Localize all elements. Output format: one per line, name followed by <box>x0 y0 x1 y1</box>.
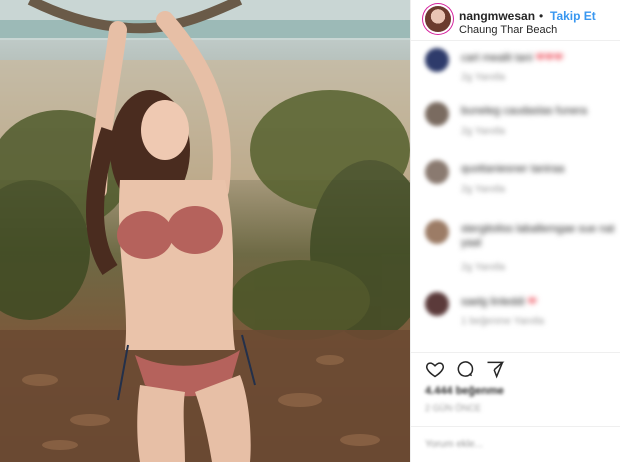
comment-body: saelg linleddi <box>461 296 525 308</box>
comment-body-line2: yaal <box>461 237 482 249</box>
separator-dot: • <box>539 9 544 23</box>
comment-avatar[interactable] <box>425 160 449 184</box>
comment-avatar[interactable] <box>425 220 449 244</box>
comment-meta[interactable]: 2g Yanıtla <box>461 126 505 137</box>
heart-emoji: ❤ <box>527 296 537 308</box>
comment-body: cart mealit tani <box>461 52 533 64</box>
comment-meta[interactable]: 2g Yanıtla <box>461 72 505 83</box>
post-date: 2 GÜN ÖNCE <box>425 403 482 413</box>
heart-emoji: ❤❤❤ <box>535 52 564 64</box>
location-link[interactable]: Chaung Thar Beach <box>459 24 557 36</box>
comment-avatar[interactable] <box>425 292 449 316</box>
comment-avatar[interactable] <box>425 102 449 126</box>
comment-icon[interactable] <box>455 359 475 379</box>
beach-photo-illustration <box>0 0 410 462</box>
comment-body: stergitoliss laballemgae sue nat <box>461 223 615 235</box>
comment-body: buneleg caudaslas funera <box>461 105 587 117</box>
post-header: nangmwesan • Takip Et Chaung Thar Beach <box>411 0 620 41</box>
add-comment-bar: Yorum ekle... <box>411 426 620 463</box>
heart-icon[interactable] <box>425 359 445 379</box>
comment-text: cart mealit tani ❤❤❤ <box>461 51 563 64</box>
action-bar <box>411 352 620 383</box>
comment-meta[interactable]: 2g Yanıtla <box>461 184 505 195</box>
instagram-post-view: nangmwesan • Takip Et Chaung Thar Beach … <box>0 0 620 462</box>
likes-count[interactable]: 4.444 beğenme <box>425 385 504 397</box>
add-comment-input[interactable]: Yorum ekle... <box>425 439 483 450</box>
comment-meta[interactable]: 2g Yanıtla <box>461 262 505 273</box>
comment-avatar[interactable] <box>425 48 449 72</box>
follow-button[interactable]: Takip Et <box>550 9 596 23</box>
post-sidebar: nangmwesan • Takip Et Chaung Thar Beach … <box>410 0 620 462</box>
username-link[interactable]: nangmwesan <box>459 9 535 23</box>
post-photo[interactable] <box>0 0 410 462</box>
comment-text: saelg linleddi ❤ <box>461 295 537 308</box>
share-icon[interactable] <box>485 359 505 379</box>
comment-meta[interactable]: 1 beğenme Yanıtla <box>461 316 544 327</box>
comment-body: quottaniesner taniraa <box>461 163 565 175</box>
profile-avatar[interactable] <box>425 6 451 32</box>
